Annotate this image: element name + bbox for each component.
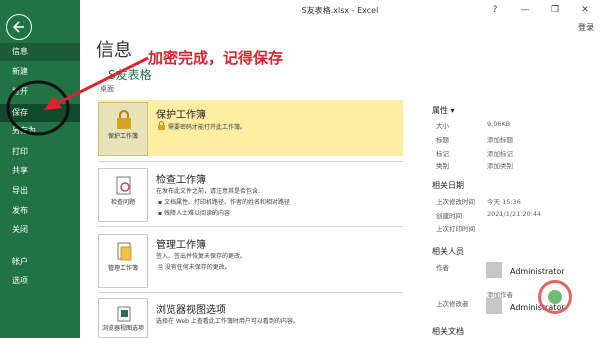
help-button[interactable]: ? [488, 3, 502, 17]
inspect-bullet-1-text: 文档属性、打印机路径、作者的姓名和相对路径 [163, 199, 290, 206]
inspect-bullet-2-text: 残障人士难以阅读的内容 [163, 210, 230, 217]
nav-export[interactable]: 导出 [0, 182, 80, 200]
inspect-workbook-button[interactable]: 检查问题 [98, 168, 148, 222]
related-docs-title: 相关文档 [432, 327, 464, 336]
divider [98, 226, 403, 227]
created-value: 2021/1/21 20:44 [487, 210, 542, 218]
protect-workbook-button[interactable]: 保护工作簿 [98, 102, 148, 156]
manage-title: 管理工作簿 [156, 240, 206, 251]
modifier-avatar [486, 298, 502, 314]
prop-size-label: 大小 [436, 122, 449, 130]
annotation-text: 加密完成，记得保存 [148, 49, 284, 67]
inspect-description: 在发布此文件之前，请注意其是否包含: [156, 188, 261, 195]
manage-note: 🗎 没有任何未保存的更改。 [158, 264, 231, 271]
lock-small-icon [158, 121, 165, 130]
prop-tags-value[interactable]: 添加标记 [487, 148, 513, 158]
related-people-title: 相关人员 [432, 247, 464, 256]
created-label: 创建时间 [436, 212, 462, 220]
last-modified-by-label: 上次修改者 [436, 300, 469, 308]
divider [98, 161, 403, 162]
browser-description: 选择在 Web 上查看此工作簿时用户可以看到的内容。 [156, 318, 299, 325]
nav-publish[interactable]: 发布 [0, 202, 80, 220]
manage-button-label: 管理工作簿 [107, 265, 138, 272]
modified-value: 今天 15:36 [487, 198, 521, 206]
inspect-bullet-2: ▪ 残障人士难以阅读的内容 [158, 210, 230, 217]
watermark-logo [538, 280, 572, 314]
nav-share[interactable]: 共享 [0, 162, 80, 180]
browser-button-label: 浏览器视图选项 [101, 325, 144, 332]
signin-link[interactable]: 登录 [578, 22, 594, 33]
browser-view-button[interactable]: 浏览器视图选项 [98, 298, 148, 338]
close-button[interactable]: ✕ [578, 3, 592, 17]
manage-description: 签入、签出并恢复未保存的更改。 [156, 253, 247, 260]
modified-label: 上次修改时间 [436, 198, 475, 206]
nav-print[interactable]: 打印 [0, 143, 80, 161]
lock-icon [117, 110, 131, 129]
author-avatar [486, 262, 502, 278]
backstage-sidebar: 信息 新建 打开 保存 另存为 打印 共享 导出 发布 关闭 帐户 选项 [0, 0, 80, 338]
nav-options[interactable]: 选项 [0, 272, 80, 290]
prop-size-value: 9.06KB [487, 120, 511, 128]
divider [98, 292, 403, 293]
properties-title-text: 属性 [432, 106, 448, 115]
related-dates-title: 相关日期 [432, 181, 464, 190]
minimize-button[interactable]: — [518, 3, 532, 17]
prop-tags-label: 标记 [436, 150, 449, 158]
inspect-button-label: 检查问题 [110, 199, 135, 206]
restore-button[interactable]: ❐ [548, 3, 562, 17]
protect-title: 保护工作簿 [156, 110, 206, 121]
nav-account[interactable]: 帐户 [0, 253, 80, 271]
back-arrow-icon [12, 21, 24, 33]
inspect-document-icon [116, 176, 131, 195]
nav-close[interactable]: 关闭 [0, 221, 80, 239]
prop-category-value[interactable]: 添加类别 [487, 160, 513, 170]
browser-title: 浏览器视图选项 [156, 305, 226, 316]
inspect-bullet-1: ▪ 文档属性、打印机路径、作者的姓名和相对路径 [158, 199, 290, 206]
protect-button-label: 保护工作簿 [107, 133, 138, 140]
prop-title-value[interactable]: 添加标题 [487, 134, 513, 144]
prop-category-label: 类别 [436, 162, 449, 170]
inspect-title: 检查工作簿 [156, 175, 206, 186]
excel-web-icon [117, 306, 131, 322]
manage-document-icon [117, 242, 132, 261]
back-button[interactable] [6, 14, 32, 40]
prop-title-label: 标题 [436, 136, 449, 144]
author-name[interactable]: Administrator [510, 267, 565, 276]
manage-workbook-button[interactable]: 管理工作簿 [98, 234, 148, 288]
protect-description: 需要密码才能打开此工作簿。 [168, 124, 247, 131]
manage-note-text: 没有任何未保存的更改。 [164, 264, 231, 271]
printed-label: 上次打印时间 [436, 225, 475, 233]
properties-title[interactable]: 属性 ▾ [432, 105, 455, 116]
author-label: 作者 [436, 264, 449, 272]
